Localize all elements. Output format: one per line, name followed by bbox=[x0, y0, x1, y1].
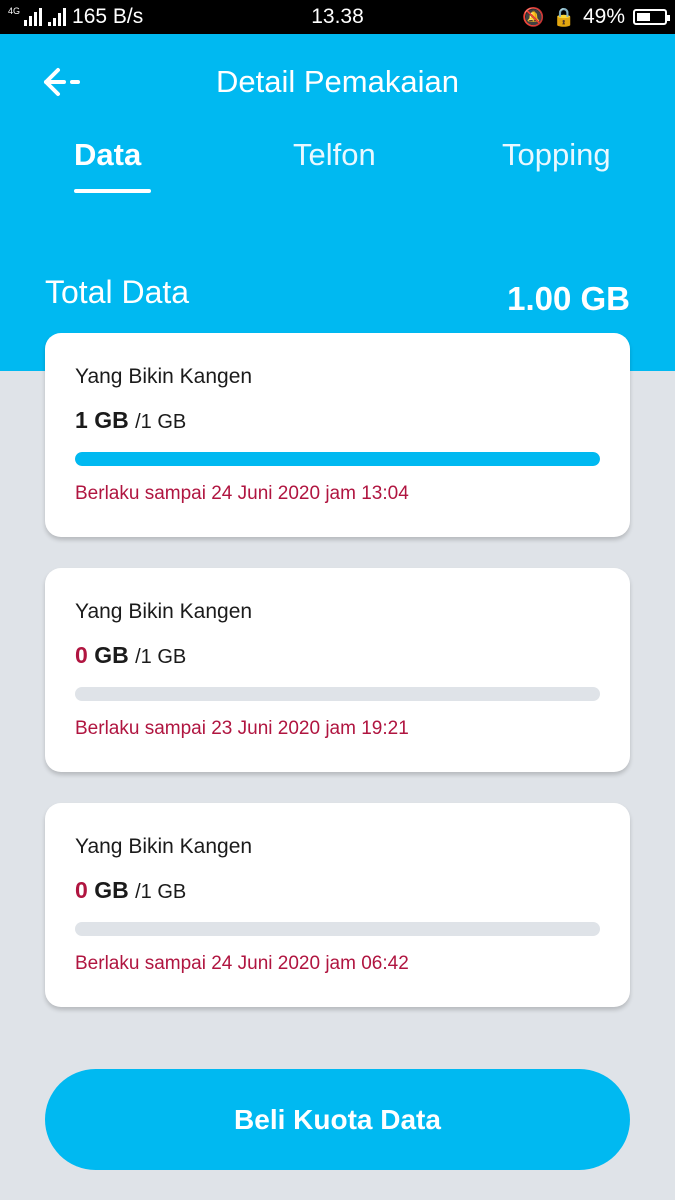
usage-progress-bar bbox=[75, 452, 600, 466]
usage-amount: 0 GB /1 GB bbox=[75, 877, 186, 904]
buy-quota-button[interactable]: Beli Kuota Data bbox=[45, 1069, 630, 1170]
tab-data[interactable]: Data bbox=[74, 137, 141, 173]
expiry-text: Berlaku sampai 23 Juni 2020 jam 19:21 bbox=[75, 718, 409, 739]
active-tab-indicator bbox=[74, 189, 151, 193]
usage-progress-fill bbox=[75, 452, 600, 466]
usage-progress-bar bbox=[75, 687, 600, 701]
expiry-text: Berlaku sampai 24 Juni 2020 jam 06:42 bbox=[75, 953, 409, 974]
battery-fill bbox=[637, 13, 650, 21]
quota-total: /1 GB bbox=[135, 411, 187, 433]
used-unit: GB bbox=[94, 877, 129, 903]
rotation-lock-icon: 🔒 bbox=[552, 6, 575, 27]
package-name: Yang Bikin Kangen bbox=[75, 835, 253, 858]
used-value: 1 bbox=[75, 407, 88, 433]
usage-amount: 1 GB /1 GB bbox=[75, 407, 186, 434]
quota-card: Yang Bikin Kangen 0 GB /1 GB Berlaku sam… bbox=[45, 803, 630, 1007]
package-name: Yang Bikin Kangen bbox=[75, 365, 253, 388]
status-bar: 4G 165 B/s 13.38 🔕 🔒 49% bbox=[0, 0, 675, 34]
battery-percentage: 49% bbox=[582, 5, 625, 28]
page-title: Detail Pemakaian bbox=[216, 64, 459, 99]
usage-amount: 0 GB /1 GB bbox=[75, 642, 186, 669]
quota-total: /1 GB bbox=[135, 646, 187, 668]
total-data-label: Total Data bbox=[45, 274, 190, 310]
quota-card: Yang Bikin Kangen 1 GB /1 GB Berlaku sam… bbox=[45, 333, 630, 537]
tab-telfon[interactable]: Telfon bbox=[293, 137, 376, 173]
header: Detail Pemakaian Data Telfon Topping Tot… bbox=[0, 34, 675, 371]
quota-total: /1 GB bbox=[135, 881, 187, 903]
used-value: 0 bbox=[75, 642, 88, 668]
total-data-value: 1.00 GB bbox=[507, 280, 630, 317]
quota-card: Yang Bikin Kangen 0 GB /1 GB Berlaku sam… bbox=[45, 568, 630, 772]
used-unit: GB bbox=[94, 642, 129, 668]
expiry-text: Berlaku sampai 24 Juni 2020 jam 13:04 bbox=[75, 483, 409, 504]
status-right: 🔕 🔒 49% bbox=[522, 5, 670, 29]
usage-progress-bar bbox=[75, 922, 600, 936]
bell-off-icon: 🔕 bbox=[522, 6, 545, 27]
used-unit: GB bbox=[94, 407, 129, 433]
tab-topping[interactable]: Topping bbox=[502, 137, 611, 173]
used-value: 0 bbox=[75, 877, 88, 903]
package-name: Yang Bikin Kangen bbox=[75, 600, 253, 623]
battery-icon bbox=[633, 9, 670, 25]
